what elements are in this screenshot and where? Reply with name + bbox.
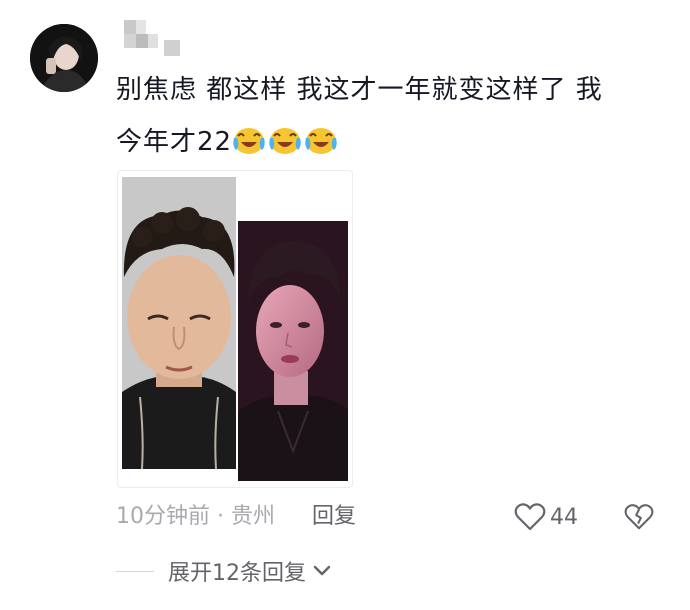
comment-time: 10分钟前 — [116, 504, 210, 529]
cry-laugh-emoji-icon — [304, 124, 338, 156]
broken-heart-icon — [624, 504, 654, 536]
comment-image[interactable] — [117, 170, 353, 488]
like-count: 44 — [550, 504, 578, 530]
photo-after — [238, 221, 348, 481]
photo-before — [122, 177, 236, 469]
chevron-down-icon — [312, 559, 332, 584]
comment-meta: 10分钟前 · 贵州 回复 — [116, 500, 356, 534]
like-button[interactable]: 44 — [514, 500, 578, 534]
cry-laugh-emoji-icon — [232, 124, 266, 156]
comment-text: 别焦虑 都这样 我这才一年就变这样了 我 今年才22 — [116, 64, 656, 168]
comment-line-1: 别焦虑 都这样 我这才一年就变这样了 我 — [116, 75, 603, 105]
reply-button[interactable]: 回复 — [312, 504, 356, 529]
comment-location: 贵州 — [231, 504, 276, 529]
comment-line-2-text: 今年才22 — [116, 127, 233, 157]
dislike-button[interactable] — [624, 502, 654, 532]
user-avatar[interactable] — [30, 24, 98, 92]
expand-divider — [116, 570, 154, 572]
expand-replies-label: 展开12条回复 — [168, 561, 306, 586]
comment-line-2: 今年才22 — [116, 116, 656, 168]
heart-outline-icon — [514, 502, 546, 532]
meta-separator: · — [217, 504, 224, 529]
username-redacted — [120, 18, 190, 62]
cry-laugh-emoji-icon — [268, 124, 302, 156]
expand-replies-button[interactable]: 展开12条回复 — [116, 554, 332, 588]
